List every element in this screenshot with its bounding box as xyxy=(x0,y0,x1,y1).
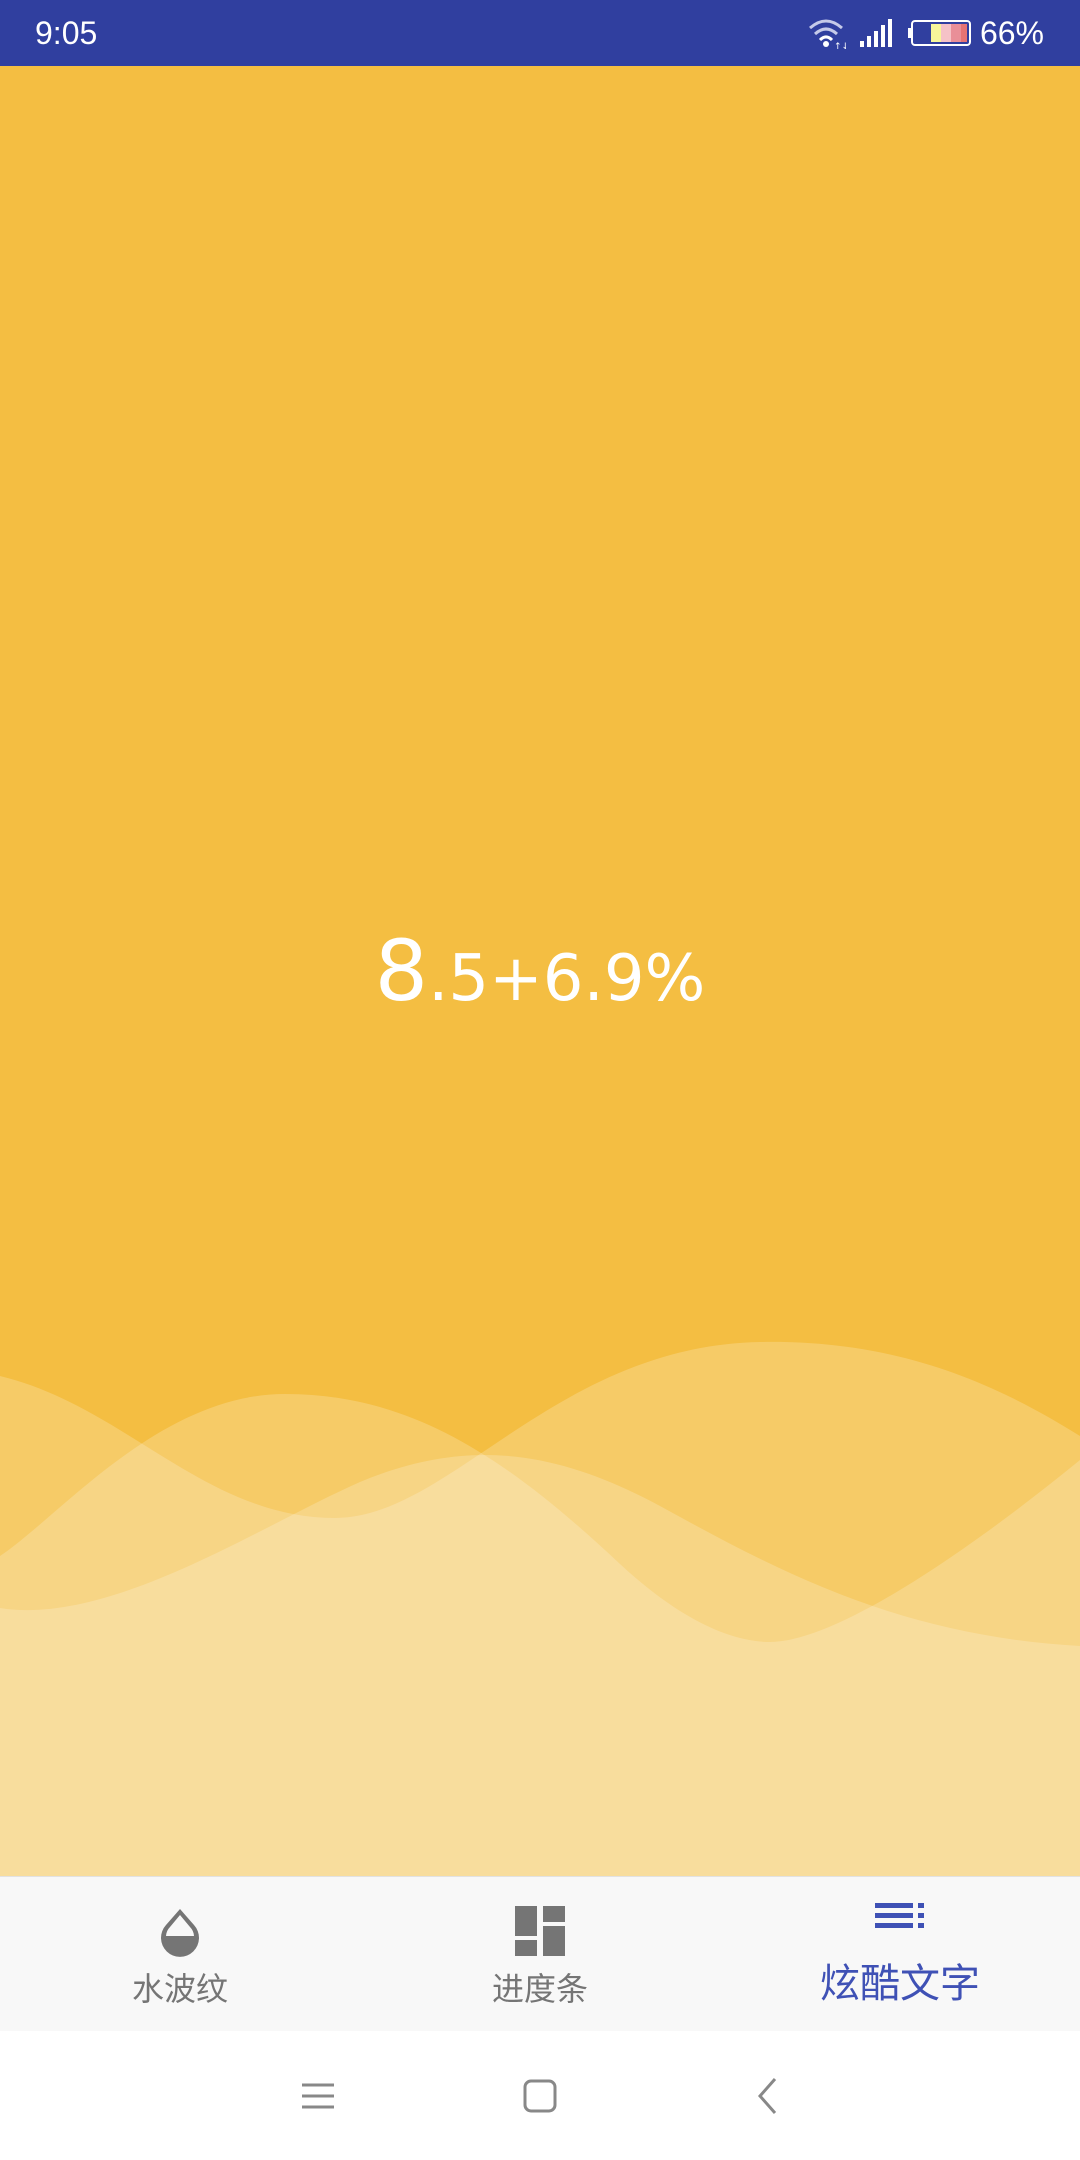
wave-view: 8.5+6.9% xyxy=(0,66,1080,1876)
water-drop-icon xyxy=(161,1909,199,1957)
svg-text:↑↓: ↑↓ xyxy=(834,42,846,50)
battery-icon xyxy=(907,19,972,47)
dashboard-icon xyxy=(515,1906,565,1956)
signal-icon xyxy=(859,19,896,47)
animated-percentage-text: 8.5+6.9% xyxy=(0,926,1080,1024)
animated-digit: 8 xyxy=(374,922,429,1020)
status-time: 9:05 xyxy=(35,15,98,51)
percentage-text: .5+6.9% xyxy=(428,942,706,1016)
nav-item-cool-text[interactable]: 炫酷文字 xyxy=(720,1877,1080,2031)
menu-icon[interactable] xyxy=(293,2071,343,2121)
home-icon[interactable] xyxy=(515,2071,565,2121)
text-list-icon xyxy=(875,1903,924,1928)
nav-label-water-ripple: 水波纹 xyxy=(131,1971,228,2007)
bottom-navigation: 水波纹 进度条 炫酷文字 xyxy=(0,1876,1080,2032)
nav-item-progress-bar[interactable]: 进度条 xyxy=(360,1877,720,2031)
status-icons: ↑↓ 66% xyxy=(806,14,1044,52)
status-bar: 9:05 ↑↓ 66% xyxy=(0,0,1080,66)
nav-label-cool-text: 炫酷文字 xyxy=(820,1962,980,2006)
battery-percentage: 66% xyxy=(979,15,1044,51)
nav-label-progress-bar: 进度条 xyxy=(491,1971,588,2007)
system-navigation-bar xyxy=(0,2031,1080,2160)
wifi-icon: ↑↓ xyxy=(806,16,846,50)
nav-item-water-ripple[interactable]: 水波纹 xyxy=(0,1877,360,2031)
back-icon[interactable] xyxy=(743,2071,793,2121)
